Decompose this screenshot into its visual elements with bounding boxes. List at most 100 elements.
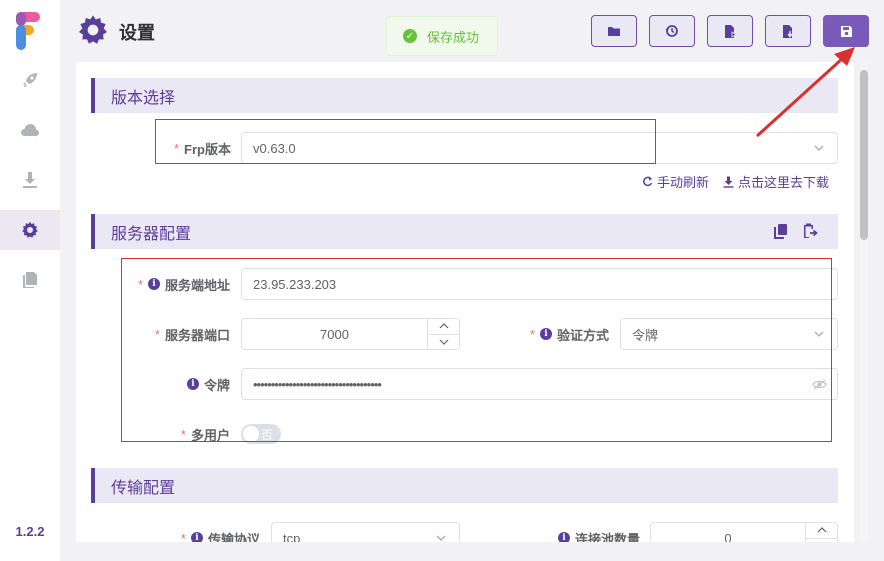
download-link-text: 点击这里去下载 [738, 175, 830, 190]
toggle-state-text: 否 [261, 428, 274, 442]
frp-version-label-text: Frp版本 [184, 141, 231, 157]
open-folder-button[interactable] [591, 15, 637, 47]
manual-refresh-link[interactable]: 手动刷新 [642, 172, 709, 191]
frp-version-value: v0.63.0 [253, 140, 296, 156]
chevron-up-icon [817, 527, 826, 533]
required-mark: * [137, 276, 143, 292]
copy-icon[interactable] [774, 223, 788, 239]
cloud-icon [21, 124, 39, 136]
scrollbar[interactable] [860, 62, 868, 542]
settings-panel: 版本选择 * Frp版本 v0.63.0 手动刷新 点击这里去下载 服务器配置 … [76, 62, 854, 542]
folder-icon [608, 27, 620, 36]
chevron-down-icon [814, 145, 824, 151]
eye-hidden-icon[interactable] [812, 379, 827, 390]
info-icon: i [186, 378, 199, 390]
scrollbar-thumb[interactable] [860, 70, 868, 240]
download-link[interactable]: 点击这里去下载 [723, 172, 829, 191]
frp-version-select[interactable]: v0.63.0 [241, 132, 838, 164]
download-icon [23, 172, 37, 188]
export-button[interactable] [707, 15, 753, 47]
stepper-controls [427, 319, 459, 349]
increase-button[interactable] [428, 319, 459, 335]
sidebar-item-proxy[interactable] [0, 60, 60, 100]
required-mark: * [180, 426, 186, 442]
section-server-title: 服务器配置 [111, 225, 192, 243]
increase-button[interactable] [806, 523, 837, 539]
protocol-label: * i 传输协议 [146, 523, 260, 542]
page-title: 设置 [119, 23, 155, 43]
sidebar-item-download[interactable] [0, 160, 60, 200]
server-port-label-text: 服务器端口 [164, 327, 230, 343]
chevron-down-icon [814, 331, 824, 337]
server-addr-label: * i 服务端地址 [116, 269, 230, 299]
auth-method-label: * i 验证方式 [496, 319, 609, 349]
gear-icon [22, 221, 38, 238]
gear-icon [79, 15, 107, 44]
info-icon: i [147, 278, 160, 290]
app-version: 1.2.2 [15, 524, 45, 539]
required-mark: * [154, 326, 160, 342]
info-icon: i [190, 532, 203, 542]
file-icon [23, 272, 37, 288]
required-mark: * [180, 530, 186, 543]
decrease-button[interactable] [806, 539, 837, 543]
section-server-header: 服务器配置 [91, 214, 838, 249]
protocol-label-text: 传输协议 [207, 531, 260, 543]
auth-method-select[interactable]: 令牌 [620, 318, 838, 350]
info-icon: i [557, 532, 570, 542]
pool-count-label-text: 连接池数量 [574, 531, 640, 543]
success-toast: ✓ 保存成功 [386, 16, 498, 56]
server-port-value: 7000 [320, 326, 349, 342]
manual-refresh-text: 手动刷新 [657, 175, 710, 190]
server-addr-value: 23.95.233.203 [253, 276, 337, 292]
auth-method-label-text: 验证方式 [556, 327, 609, 343]
info-icon: i [539, 328, 552, 340]
stepper-controls [805, 523, 837, 542]
server-addr-input[interactable]: 23.95.233.203 [241, 268, 838, 300]
check-circle-icon: ✓ [403, 29, 417, 43]
auth-method-value: 令牌 [632, 327, 659, 343]
token-masked-value: •••••••••••••••••••••••••••••••••••• [253, 376, 382, 392]
required-mark: * [173, 140, 180, 156]
app-logo [16, 12, 40, 50]
pool-count-label: i 连接池数量 [516, 523, 640, 542]
chevron-down-icon [439, 339, 448, 345]
token-label: i 令牌 [116, 369, 230, 399]
token-password-input[interactable]: •••••••••••••••••••••••••••••••••••• [241, 368, 838, 400]
section-transport-header: 传输配置 [91, 468, 838, 503]
header: 设置 ✓ 保存成功 [60, 0, 884, 62]
protocol-value: tcp [283, 530, 301, 543]
multiuser-toggle[interactable]: 否 [241, 424, 281, 444]
toast-message: 保存成功 [427, 29, 480, 45]
toggle-knob [243, 426, 259, 442]
protocol-select[interactable]: tcp [271, 522, 460, 542]
save-button[interactable] [823, 15, 869, 47]
refresh-icon [643, 176, 653, 187]
sidebar-item-logs[interactable] [0, 260, 60, 300]
server-addr-label-text: 服务端地址 [164, 277, 230, 293]
paste-icon[interactable] [801, 222, 818, 239]
chevron-up-icon [439, 323, 448, 329]
reset-button[interactable] [649, 15, 695, 47]
decrease-button[interactable] [428, 335, 459, 350]
file-import-icon [782, 24, 793, 38]
sidebar-item-server[interactable] [0, 110, 60, 150]
server-port-stepper[interactable]: 7000 [241, 318, 460, 350]
save-icon [840, 25, 852, 37]
download-icon [723, 176, 734, 188]
sidebar: 1.2.2 [0, 0, 60, 561]
frp-version-label: * Frp版本 [136, 133, 231, 163]
pool-count-value: 0 [724, 530, 732, 543]
server-port-label: * 服务器端口 [116, 319, 230, 349]
token-label-text: 令牌 [203, 377, 230, 393]
rocket-icon [23, 73, 37, 87]
required-mark: * [529, 326, 535, 342]
section-version-header: 版本选择 [91, 78, 838, 113]
import-button[interactable] [765, 15, 811, 47]
chevron-down-icon [436, 535, 446, 541]
history-icon [665, 25, 678, 37]
multiuser-label-text: 多用户 [190, 427, 230, 443]
multiuser-label: * 多用户 [116, 419, 230, 449]
sidebar-item-settings[interactable] [0, 210, 60, 250]
pool-count-stepper[interactable]: 0 [650, 522, 838, 542]
